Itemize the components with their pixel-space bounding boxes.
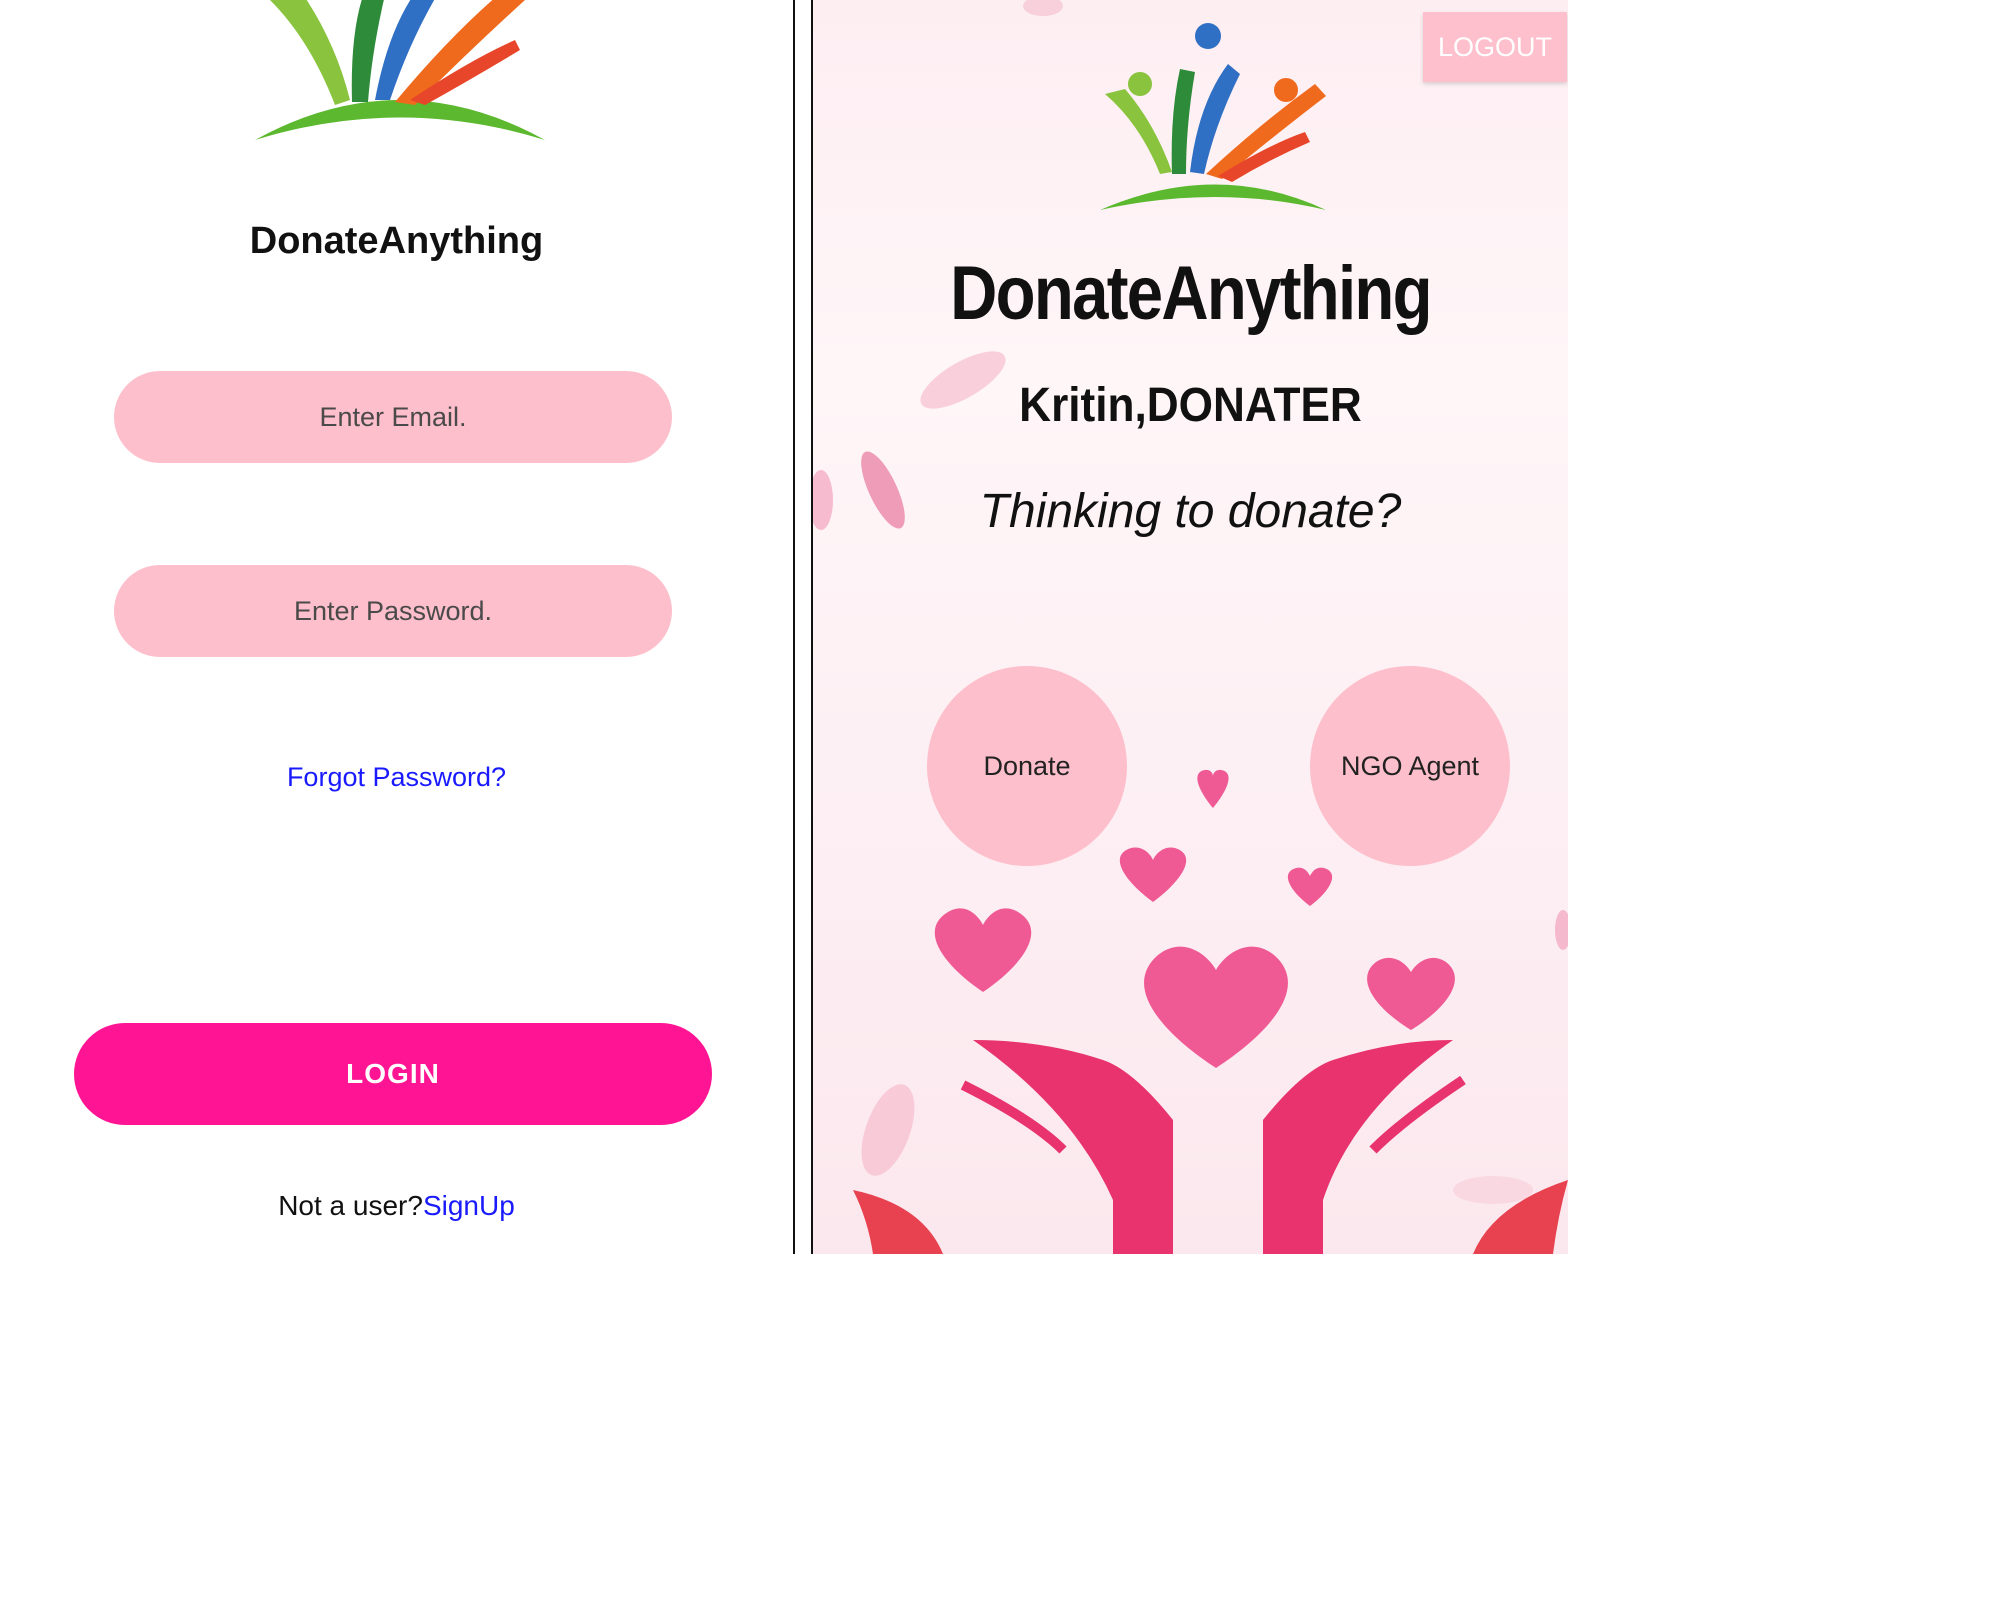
logout-button[interactable]: LOGOUT [1423,12,1567,82]
login-screen: DonateAnything Forgot Password? LOGIN No… [0,0,793,1254]
login-button[interactable]: LOGIN [74,1023,712,1125]
tagline: Thinking to donate? [979,485,1402,538]
app-title: DonateAnything [950,251,1432,336]
email-field[interactable] [114,371,672,463]
logo-icon [1100,23,1326,210]
signup-prompt: Not a user? [278,1190,423,1221]
donate-button[interactable]: Donate [927,666,1127,866]
signup-link[interactable]: SignUp [423,1190,515,1221]
ngo-agent-button[interactable]: NGO Agent [1310,666,1510,866]
app-title: DonateAnything [249,220,544,262]
logo-icon [255,0,545,140]
user-greeting: Kritin,DONATER [1019,379,1362,432]
home-screen: LOGOUT DonateAnything Kritin,DONATER Thi… [813,0,1568,1254]
password-field[interactable] [114,565,672,657]
signup-row: Not a user?SignUp [0,1190,793,1222]
forgot-password-link[interactable]: Forgot Password? [0,762,793,793]
screen-gap [795,0,811,1254]
